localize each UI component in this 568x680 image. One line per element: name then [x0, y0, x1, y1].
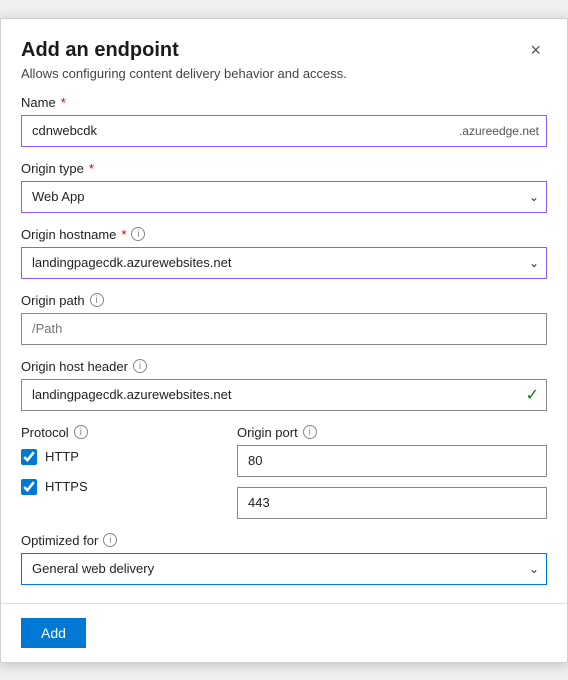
protocol-label-row: Protocol i [21, 425, 221, 440]
dialog-footer: Add [1, 604, 567, 662]
optimized-for-select-wrapper: General web delivery ⌄ [21, 553, 547, 585]
origin-path-input[interactable] [21, 313, 547, 345]
name-required: * [61, 95, 66, 110]
optimized-for-label: Optimized for i [21, 533, 547, 548]
origin-hostname-group: Origin hostname * i landingpagecdk.azure… [21, 227, 547, 279]
name-label: Name * [21, 95, 547, 110]
http-label[interactable]: HTTP [45, 449, 79, 464]
protocol-port-row: Protocol i HTTP HTTPS Origin port [21, 425, 547, 519]
origin-path-label: Origin path i [21, 293, 547, 308]
origin-type-required: * [89, 161, 94, 176]
dialog-subtitle: Allows configuring content delivery beha… [1, 66, 567, 95]
origin-type-group: Origin type * Web App ⌄ [21, 161, 547, 213]
optimized-for-select[interactable]: General web delivery [21, 553, 547, 585]
origin-host-header-check-icon: ✓ [526, 385, 539, 405]
http-port-group [237, 445, 547, 477]
https-port-group [237, 487, 547, 519]
origin-hostname-required: * [121, 227, 126, 242]
origin-type-select-wrapper: Web App ⌄ [21, 181, 547, 213]
origin-host-header-label: Origin host header i [21, 359, 547, 374]
origin-type-select[interactable]: Web App [21, 181, 547, 213]
origin-hostname-label: Origin hostname * i [21, 227, 547, 242]
name-group: Name * .azureedge.net [21, 95, 547, 147]
origin-hostname-select-wrapper: landingpagecdk.azurewebsites.net ⌄ [21, 247, 547, 279]
dialog-title: Add an endpoint [21, 39, 179, 62]
origin-hostname-select[interactable]: landingpagecdk.azurewebsites.net [21, 247, 547, 279]
https-label[interactable]: HTTPS [45, 479, 88, 494]
origin-host-header-input-wrapper: ✓ [21, 379, 547, 411]
origin-host-header-input[interactable] [21, 379, 547, 411]
add-button[interactable]: Add [21, 618, 86, 648]
origin-type-label: Origin type * [21, 161, 547, 176]
add-endpoint-dialog: Add an endpoint × Allows configuring con… [0, 18, 568, 663]
origin-port-col: Origin port i [237, 425, 547, 519]
origin-path-input-wrapper [21, 313, 547, 345]
protocol-checkboxes: HTTP HTTPS [21, 445, 221, 495]
https-port-input[interactable] [237, 487, 547, 519]
optimized-for-info-icon[interactable]: i [103, 533, 117, 547]
origin-path-info-icon[interactable]: i [90, 293, 104, 307]
dialog-header: Add an endpoint × [1, 19, 567, 66]
name-suffix: .azureedge.net [459, 124, 539, 138]
protocol-col: Protocol i HTTP HTTPS [21, 425, 221, 519]
origin-port-label-row: Origin port i [237, 425, 547, 440]
http-checkbox-row: HTTP [21, 449, 221, 465]
http-port-input[interactable] [237, 445, 547, 477]
origin-host-header-group: Origin host header i ✓ [21, 359, 547, 411]
protocol-info-icon[interactable]: i [74, 425, 88, 439]
origin-hostname-info-icon[interactable]: i [131, 227, 145, 241]
origin-path-group: Origin path i [21, 293, 547, 345]
name-input-wrapper: .azureedge.net [21, 115, 547, 147]
origin-port-info-icon[interactable]: i [303, 425, 317, 439]
dialog-body: Name * .azureedge.net Origin type * Web … [1, 95, 567, 585]
close-button[interactable]: × [524, 39, 547, 61]
https-checkbox[interactable] [21, 479, 37, 495]
port-inputs [237, 445, 547, 519]
http-checkbox[interactable] [21, 449, 37, 465]
origin-host-header-info-icon[interactable]: i [133, 359, 147, 373]
optimized-for-group: Optimized for i General web delivery ⌄ [21, 533, 547, 585]
https-checkbox-row: HTTPS [21, 479, 221, 495]
